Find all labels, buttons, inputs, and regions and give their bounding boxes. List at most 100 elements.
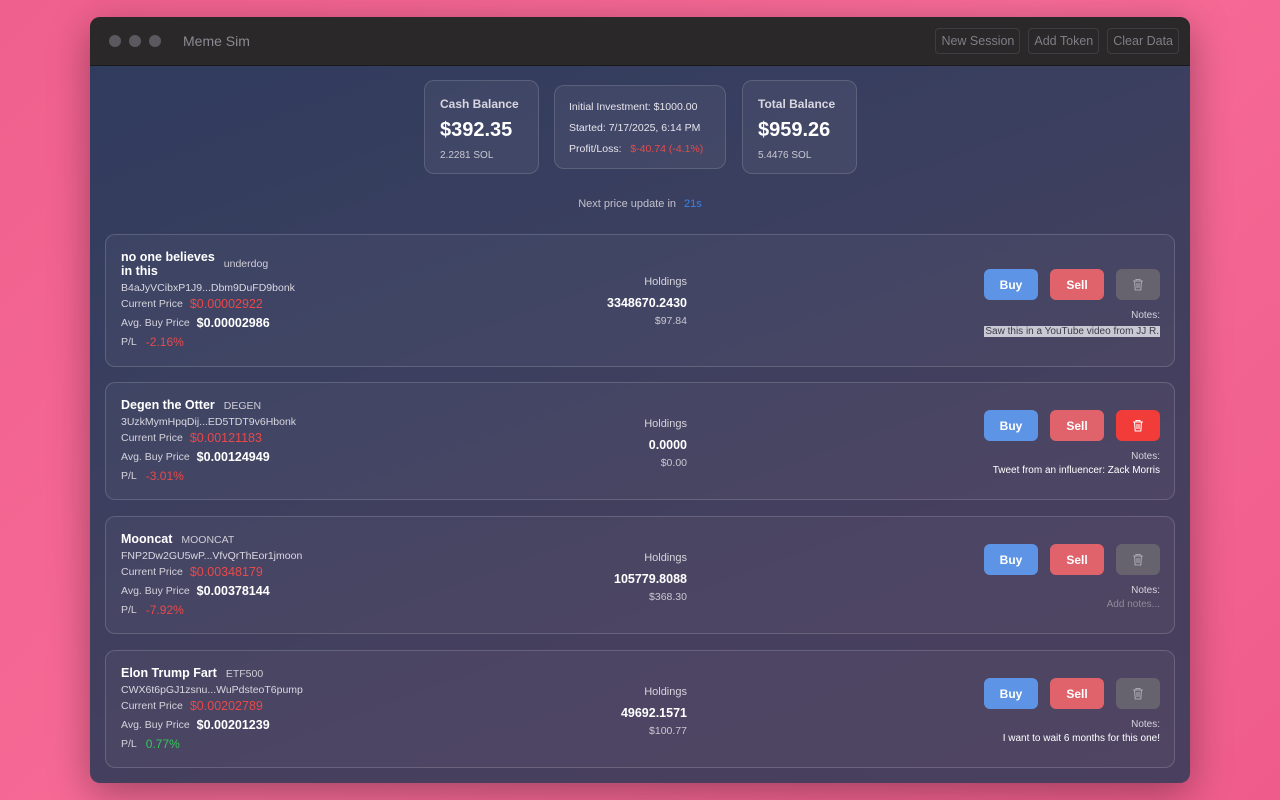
app-title: Meme Sim [183, 33, 250, 49]
current-price-value: $0.00002922 [189, 296, 263, 311]
token-info: Degen the Otter DEGEN 3UzkMymHpqDij...ED… [121, 398, 296, 485]
trash-icon [1133, 687, 1143, 700]
holdings-amount: 49692.1571 [620, 706, 687, 720]
profit-loss-label: Profit/Loss: [569, 142, 622, 155]
holdings-usd: $0.00 [660, 457, 687, 469]
total-balance-title: Total Balance [758, 97, 836, 111]
token-symbol: underdog [223, 258, 269, 270]
sell-button[interactable]: Sell [1050, 678, 1104, 709]
pl-value: -3.01% [145, 468, 184, 483]
price-update-label: Next price update in [578, 198, 677, 210]
token-address[interactable]: B4aJyVCibxP1J9...Dbm9DuFD9bonk [121, 282, 295, 294]
app-window: Meme Sim New Session Add Token Clear Dat… [90, 17, 1190, 783]
buy-button[interactable]: Buy [984, 678, 1038, 709]
price-update-timer: Next price update in 21s [90, 198, 1190, 210]
started-label: Started: [569, 121, 606, 134]
avg-buy-price-label: Avg. Buy Price [121, 450, 190, 463]
token-address[interactable]: CWX6t6pGJ1zsnu...WuPdsteoT6pump [121, 684, 303, 696]
token-name: no one believes in this [121, 250, 215, 278]
current-price-value: $0.00121183 [189, 430, 262, 445]
trash-icon [1133, 419, 1143, 432]
summary-cards: Cash Balance $392.35 2.2281 SOL Initial … [90, 80, 1190, 180]
holdings: Holdings 49692.1571 $100.77 [621, 686, 687, 737]
delete-token-button[interactable] [1116, 269, 1160, 300]
token-actions: Buy Sell Notes: I want to wait 6 months … [984, 678, 1160, 744]
minimize-window-button[interactable] [129, 35, 141, 47]
window-controls [109, 35, 161, 47]
current-price-label: Current Price [121, 699, 183, 712]
buy-button[interactable]: Buy [984, 544, 1038, 575]
notes-label: Notes: [1131, 451, 1160, 462]
holdings: Holdings 0.0000 $0.00 [644, 418, 687, 469]
holdings-usd: $100.77 [649, 725, 687, 737]
holdings-amount: 105779.8088 [614, 572, 687, 586]
holdings-label: Holdings [644, 276, 687, 288]
holdings-label: Holdings [644, 686, 687, 698]
started-line: Started: 7/17/2025, 6:14 PM [569, 117, 725, 138]
token-name: Degen the Otter [121, 398, 215, 412]
token-address[interactable]: FNP2Dw2GU5wP...VfvQrThEor1jmoon [121, 550, 302, 562]
price-update-seconds: 21s [684, 198, 702, 210]
avg-buy-price-label: Avg. Buy Price [121, 718, 190, 731]
initial-investment-value: $1000.00 [653, 100, 698, 113]
current-price-value: $0.00348179 [189, 564, 263, 579]
pl-label: P/L [121, 603, 137, 616]
token-symbol: MOONCAT [181, 534, 235, 546]
avg-buy-price-value: $0.00124949 [196, 449, 270, 464]
pl-label: P/L [121, 469, 137, 482]
cash-balance-card: Cash Balance $392.35 2.2281 SOL [424, 80, 539, 174]
holdings-amount: 3348670.2430 [607, 296, 687, 310]
avg-buy-price-label: Avg. Buy Price [121, 316, 190, 329]
sell-button[interactable]: Sell [1050, 410, 1104, 441]
holdings-usd: $97.84 [654, 315, 687, 327]
total-balance-sol: 5.4476 SOL [758, 150, 812, 161]
delete-token-button[interactable] [1116, 410, 1160, 441]
zoom-window-button[interactable] [149, 35, 161, 47]
total-balance-amount: $959.26 [758, 119, 831, 141]
delete-token-button[interactable] [1116, 544, 1160, 575]
clear-data-button[interactable]: Clear Data [1107, 28, 1179, 54]
token-actions: Buy Sell Notes: Add notes... [984, 544, 1160, 610]
token-address[interactable]: 3UzkMymHpqDij...ED5TDT9v6Hbonk [121, 416, 296, 428]
close-window-button[interactable] [109, 35, 121, 47]
pl-value: -7.92% [145, 602, 184, 617]
notes-label: Notes: [1131, 719, 1160, 730]
token-name: Mooncat [121, 532, 173, 546]
notes-field[interactable]: Tweet from an influencer: Zack Morris [984, 465, 1160, 476]
session-info-card: Initial Investment: $1000.00 Started: 7/… [554, 85, 726, 169]
buy-button[interactable]: Buy [984, 410, 1038, 441]
holdings-label: Holdings [644, 418, 687, 430]
token-card: Elon Trump Fart ETF500 CWX6t6pGJ1zsnu...… [105, 650, 1175, 768]
toolbar-actions: New Session Add Token Clear Data [935, 28, 1179, 54]
current-price-value: $0.00202789 [189, 698, 263, 713]
notes-field[interactable]: I want to wait 6 months for this one! [984, 733, 1160, 744]
holdings-usd: $368.30 [649, 591, 687, 603]
delete-token-button[interactable] [1116, 678, 1160, 709]
notes-label: Notes: [1131, 310, 1160, 321]
notes-label: Notes: [1131, 585, 1160, 596]
pl-label: P/L [121, 335, 137, 348]
holdings: Holdings 3348670.2430 $97.84 [607, 276, 687, 327]
new-session-button[interactable]: New Session [935, 28, 1021, 54]
sell-button[interactable]: Sell [1050, 269, 1104, 300]
pl-value: -2.16% [145, 334, 184, 349]
cash-balance-title: Cash Balance [440, 97, 519, 111]
avg-buy-price-value: $0.00201239 [196, 717, 270, 732]
token-actions: Buy Sell Notes: Saw this in a YouTube vi… [984, 269, 1160, 339]
token-info: no one believes in this underdog B4aJyVC… [121, 250, 295, 351]
avg-buy-price-value: $0.00002986 [196, 315, 270, 330]
sell-button[interactable]: Sell [1050, 544, 1104, 575]
total-balance-card: Total Balance $959.26 5.4476 SOL [742, 80, 857, 174]
profit-loss-value: $-40.74 (-4.1%) [630, 142, 704, 155]
add-token-button[interactable]: Add Token [1028, 28, 1100, 54]
notes-field[interactable]: Add notes... [984, 599, 1160, 610]
holdings-label: Holdings [644, 552, 687, 564]
buy-button[interactable]: Buy [984, 269, 1038, 300]
current-price-label: Current Price [121, 565, 183, 578]
token-card: Mooncat MOONCAT FNP2Dw2GU5wP...VfvQrThEo… [105, 516, 1175, 634]
notes-field[interactable]: Saw this in a YouTube video from JJ R. [984, 326, 1160, 337]
trash-icon [1133, 278, 1143, 291]
cash-balance-amount: $392.35 [440, 119, 513, 141]
avg-buy-price-label: Avg. Buy Price [121, 584, 190, 597]
current-price-label: Current Price [121, 297, 183, 310]
